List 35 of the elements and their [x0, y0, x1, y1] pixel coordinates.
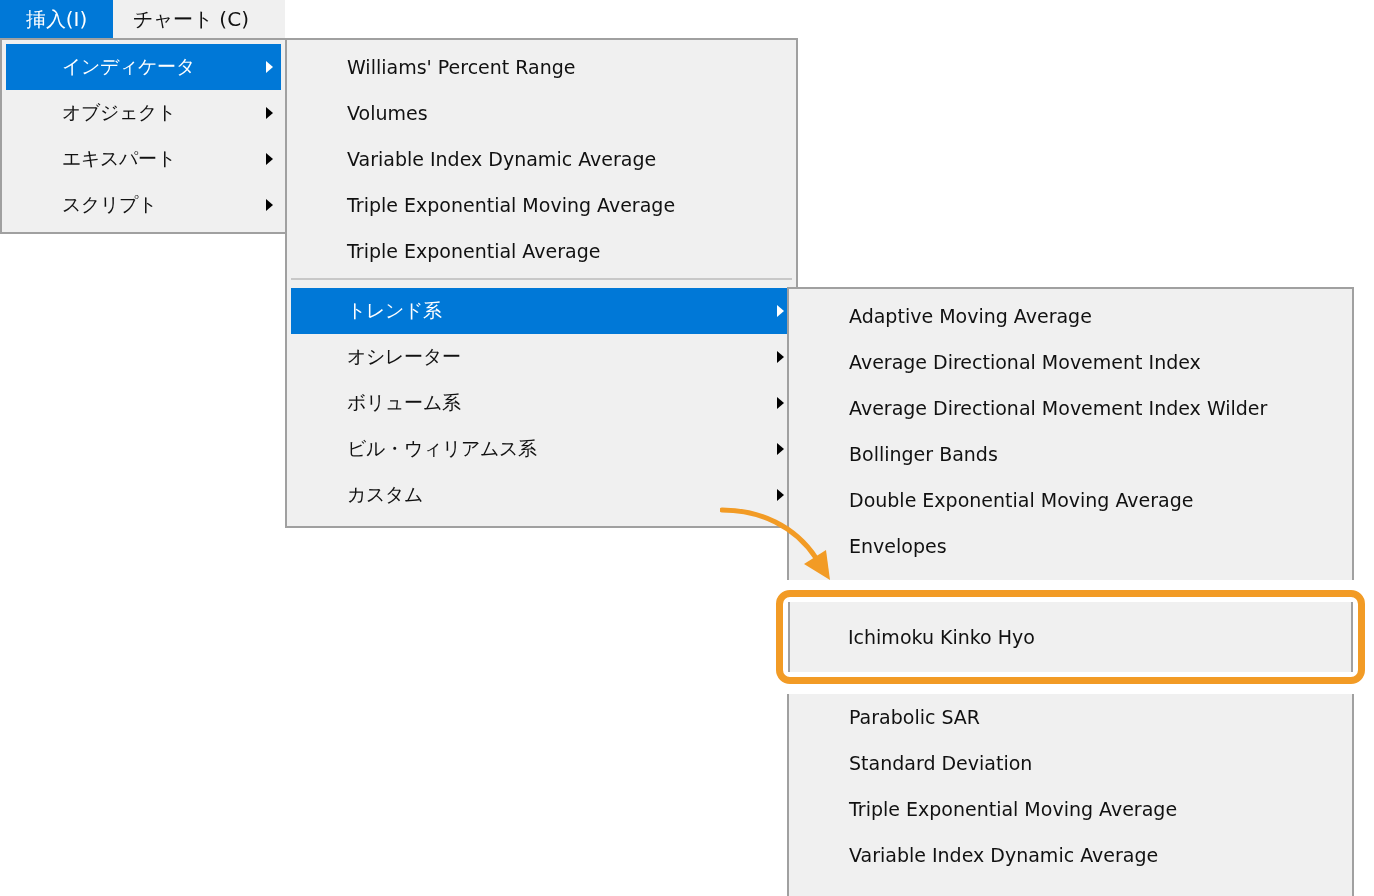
menu-item[interactable]: Variable Index Dynamic Average: [793, 832, 1348, 878]
menu-item[interactable]: Standard Deviation: [793, 740, 1348, 786]
menu-item[interactable]: オシレーター: [291, 334, 792, 380]
menu-item[interactable]: Adaptive Moving Average: [793, 293, 1348, 339]
submenu-arrow-icon: [266, 107, 273, 119]
menu-item[interactable]: Variable Index Dynamic Average: [291, 136, 792, 182]
submenu-arrow-icon: [266, 153, 273, 165]
submenu-arrow-icon: [777, 489, 784, 501]
menu-item[interactable]: インディケータ: [6, 44, 281, 90]
submenu-arrow-icon: [266, 61, 273, 73]
menu-bar-item[interactable]: 挿入(I): [0, 0, 113, 38]
menu-item[interactable]: カスタム: [291, 472, 792, 518]
menu-item[interactable]: Average Directional Movement Index: [793, 339, 1348, 385]
menu-item[interactable]: エキスパート: [6, 136, 281, 182]
menu-item[interactable]: スクリプト: [6, 182, 281, 228]
menu-bar-item[interactable]: チャート (C): [113, 0, 269, 38]
submenu-arrow-icon: [777, 397, 784, 409]
menu-item[interactable]: Parabolic SAR: [793, 694, 1348, 740]
menu-item[interactable]: Average Directional Movement Index Wilder: [793, 385, 1348, 431]
submenu-arrow-icon: [777, 351, 784, 363]
menu-item[interactable]: オブジェクト: [6, 90, 281, 136]
menu-item[interactable]: Ichimoku Kinko Hyo: [788, 602, 1353, 672]
menu-item[interactable]: Williams' Percent Range: [291, 44, 792, 90]
submenu-arrow-icon: [266, 199, 273, 211]
submenu-arrow-icon: [777, 305, 784, 317]
menu-item[interactable]: Double Exponential Moving Average: [793, 477, 1348, 523]
menu-item[interactable]: Bollinger Bands: [793, 431, 1348, 477]
menu-item[interactable]: ビル・ウィリアムス系: [291, 426, 792, 472]
menu-item[interactable]: Volumes: [291, 90, 792, 136]
submenu-arrow-icon: [777, 443, 784, 455]
menu-item[interactable]: Envelopes: [793, 523, 1348, 569]
menu-item[interactable]: ボリューム系: [291, 380, 792, 426]
menu-item[interactable]: Triple Exponential Moving Average: [793, 786, 1348, 832]
menu-item[interactable]: Triple Exponential Average: [291, 228, 792, 274]
menu-item[interactable]: Triple Exponential Moving Average: [291, 182, 792, 228]
